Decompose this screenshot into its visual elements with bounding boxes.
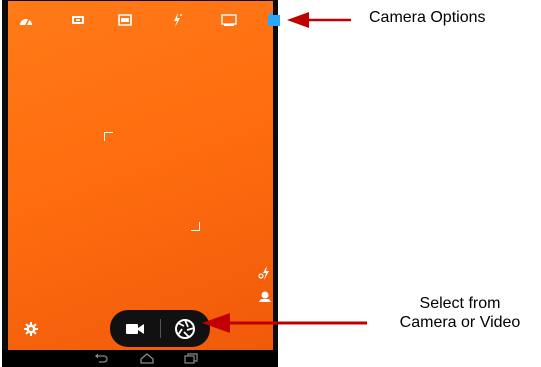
select-mode-line1: Select from (419, 295, 501, 312)
select-mode-line2: Camera or Video (399, 314, 521, 331)
scene-mode-icon[interactable] (18, 12, 34, 28)
camera-options-arrow (287, 12, 351, 28)
exposure-icon[interactable] (70, 12, 86, 28)
focus-frame-bottom-right (191, 222, 200, 231)
face-detect-icon[interactable] (257, 289, 273, 305)
system-nav-bar (2, 350, 278, 367)
camera-viewfinder[interactable] (8, 1, 280, 350)
focus-frame-top-left (104, 132, 113, 141)
settings-icon[interactable] (23, 321, 39, 337)
select-mode-label: Select from Camera or Video (379, 294, 541, 332)
white-balance-icon[interactable] (266, 12, 282, 28)
camera-options-label: Camera Options (369, 9, 486, 26)
recent-apps-icon[interactable] (184, 353, 198, 364)
shutter-icon (175, 318, 195, 339)
video-camera-icon (126, 323, 144, 334)
hdr-icon[interactable] (221, 12, 237, 28)
camera-video-mode-switch[interactable] (110, 310, 210, 347)
flash-auto-icon[interactable] (257, 265, 273, 281)
flash-mode-icon[interactable] (169, 12, 185, 28)
video-mode-button[interactable] (110, 310, 160, 347)
panorama-icon[interactable] (117, 12, 133, 28)
back-icon[interactable] (94, 353, 108, 364)
home-icon[interactable] (140, 353, 154, 364)
camera-options-bar (14, 9, 282, 33)
mode-switch-arrow (202, 313, 367, 333)
